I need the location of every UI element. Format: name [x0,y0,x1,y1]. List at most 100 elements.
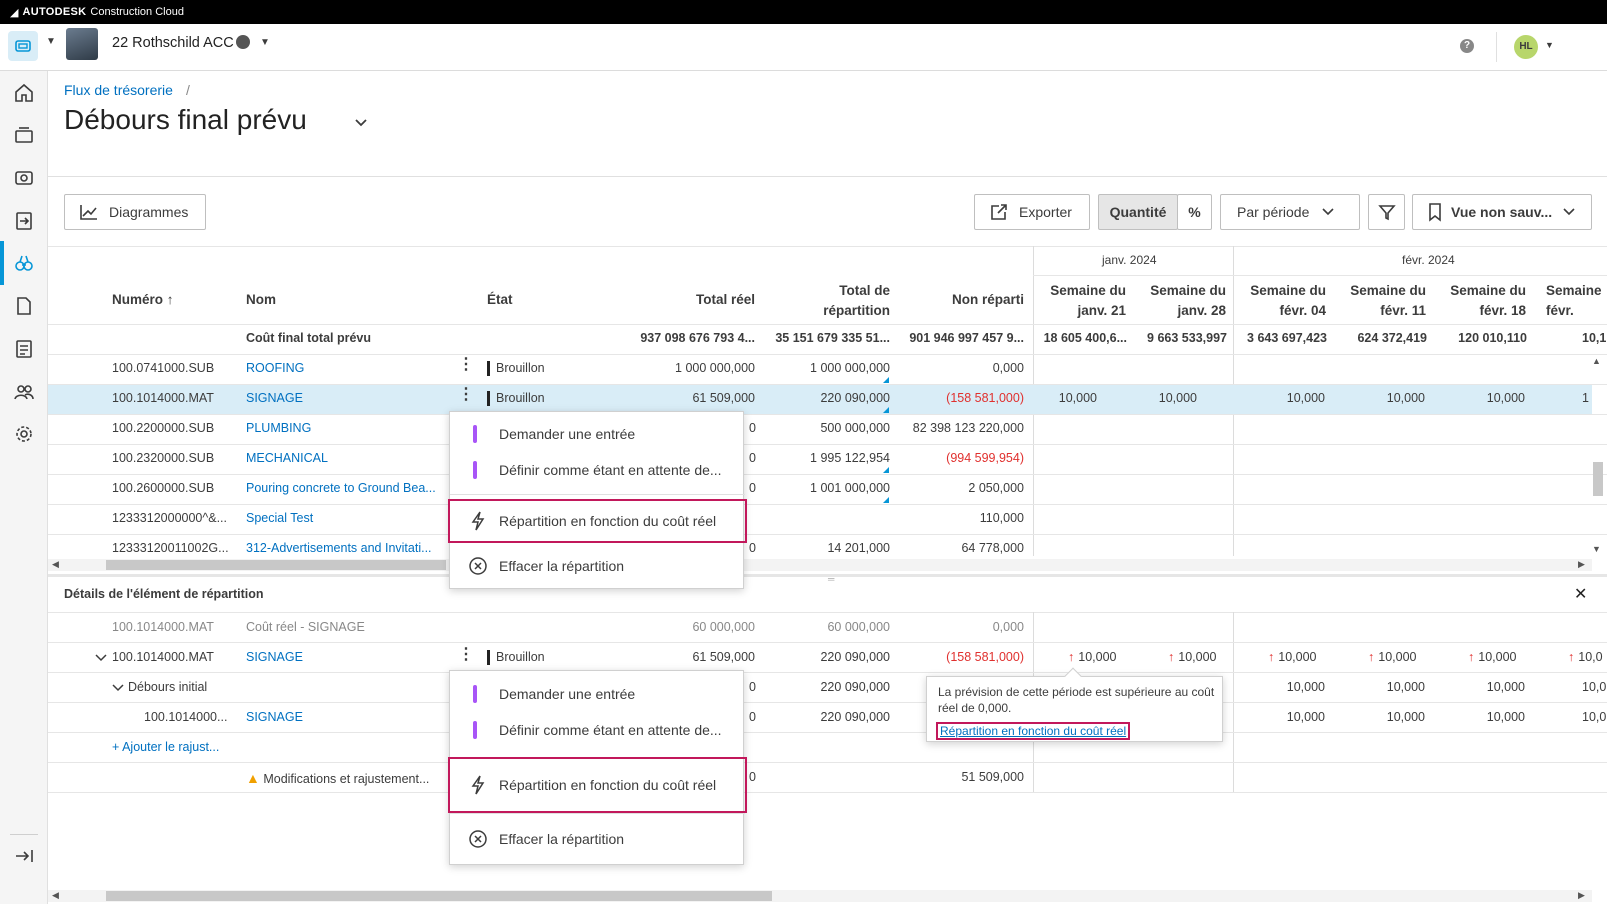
budget-icon[interactable] [10,121,38,149]
add-adjustment-link[interactable]: + Ajouter le rajust... [112,740,219,754]
main-row-week-5[interactable]: ↑ 10,000 [1468,650,1516,664]
row-non-reparti: 0,000 [992,361,1024,375]
row-more-icon[interactable]: ⋮ [458,357,474,373]
row-total-reel: 61 509,000 [692,391,755,405]
col-header-etat[interactable]: État [487,292,513,307]
initial-collapse-chevron-icon[interactable] [112,680,124,695]
main-row-name-link[interactable]: SIGNAGE [246,650,303,664]
menu-distribute-actual[interactable]: Répartition en fonction du coût réel [448,757,747,813]
vertical-scrollbar-up-icon[interactable]: ▲ [1592,356,1601,366]
user-chevron-down-icon[interactable]: ▼ [1545,40,1554,50]
row-week-3[interactable]: 10,000 [1233,391,1325,405]
members-icon[interactable] [10,378,38,406]
cost-icon[interactable] [10,164,38,192]
details-scroll-left-icon[interactable]: ◀ [52,890,59,901]
collapse-chevron-icon[interactable] [95,650,107,665]
help-icon[interactable]: ? [1460,39,1474,53]
main-row-week-4[interactable]: ↑ 10,000 [1368,650,1416,664]
tooltip-distribute-link[interactable]: Répartition en fonction du coût réel [936,722,1131,740]
row-week-5[interactable]: 10,000 [1433,391,1525,405]
export-button[interactable]: Exporter [974,194,1090,230]
col-header-week-3[interactable]: Semaine du févr. 04 [1238,281,1326,321]
row-line [48,414,1607,415]
row-line [48,792,1607,793]
row-week-6[interactable]: 1 [1582,391,1589,405]
percent-toggle[interactable]: % [1177,194,1212,230]
main-row-week-1[interactable]: ↑ 10,000 [1068,650,1116,664]
row-total-rep[interactable]: 14 201,000 [755,541,890,555]
period-select[interactable]: Par période [1220,194,1360,230]
col-header-week-2[interactable]: Semaine du janv. 28 [1138,281,1226,321]
editable-corner-icon [883,407,889,413]
horizontal-scrollbar-right-icon[interactable]: ▶ [1578,559,1585,570]
project-chevron-down-icon[interactable]: ▼ [260,37,270,48]
title-chevron-down-icon[interactable] [354,116,368,131]
settings-gear-icon[interactable] [10,420,38,448]
horizontal-scrollbar-thumb[interactable] [106,560,446,570]
col-header-non-reparti[interactable]: Non réparti [900,292,1024,307]
charts-button[interactable]: Diagrammes [64,194,206,230]
sub-row-name-link[interactable]: SIGNAGE [246,710,303,724]
forecast-binoculars-icon[interactable] [10,249,38,277]
row-name-link[interactable]: ROOFING [246,361,304,375]
view-select[interactable]: Vue non sauv... [1412,194,1592,230]
details-horizontal-scrollbar-thumb[interactable] [106,891,772,901]
row-total-rep[interactable]: 1 995 122,954 [755,451,890,465]
checklist-icon[interactable] [10,335,38,363]
row-name-link[interactable]: MECHANICAL [246,451,328,465]
sidebar [0,71,48,904]
editable-corner-icon [883,377,889,383]
menu-set-pending[interactable]: Définir comme étant en attente de... [450,712,745,748]
row-total-rep[interactable]: 1 000 000,000 [755,361,890,375]
row-more-icon[interactable]: ⋮ [458,387,474,403]
avatar[interactable]: HL [1514,35,1538,59]
col-header-total-rep[interactable]: Total de répartition [770,281,890,321]
globe-icon [236,35,250,49]
menu-request-entry[interactable]: Demander une entrée [450,416,745,452]
row-name-link[interactable]: Special Test [246,511,313,525]
row-name-link[interactable]: 312-Advertisements and Invitati... [246,541,432,555]
col-header-total-reel[interactable]: Total réel [640,292,755,307]
main-row-week-2[interactable]: ↑ 10,000 [1168,650,1216,664]
row-total-rep[interactable]: 500 000,000 [755,421,890,435]
col-header-numero[interactable]: Numéro ↑ [112,292,174,307]
col-header-nom[interactable]: Nom [246,292,276,307]
vertical-scrollbar-thumb[interactable] [1593,462,1603,496]
row-total-rep[interactable]: 220 090,000 [755,391,890,405]
document-icon[interactable] [10,292,38,320]
module-switcher-button[interactable] [8,31,38,61]
details-scroll-right-icon[interactable]: ▶ [1578,890,1585,901]
row-week-2[interactable]: 10,000 [1133,391,1197,405]
menu-clear-distribution[interactable]: Effacer la répartition [450,821,745,857]
row-week-1[interactable]: 10,000 [1033,391,1097,405]
home-icon[interactable] [10,79,38,107]
row-name-link[interactable]: PLUMBING [246,421,311,435]
main-row-week-3[interactable]: ↑ 10,000 [1268,650,1316,664]
col-header-week-4[interactable]: Semaine du févr. 11 [1338,281,1426,321]
col-header-week-5[interactable]: Semaine du févr. 18 [1438,281,1526,321]
col-header-week-6[interactable]: Semaine févr. [1546,281,1602,321]
row-name-link[interactable]: Pouring concrete to Ground Bea... [246,481,436,495]
menu-request-entry[interactable]: Demander une entrée [450,676,745,712]
chevron-down-icon[interactable]: ▼ [46,36,56,47]
row-week-4[interactable]: 10,000 [1333,391,1425,405]
menu-clear-distribution[interactable]: Effacer la répartition [450,548,745,584]
menu-set-pending[interactable]: Définir comme étant en attente de... [450,452,745,488]
row-total-rep[interactable]: 1 001 000,000 [755,481,890,495]
main-row-week-6[interactable]: ↑ 10,0 [1568,650,1603,664]
quantity-toggle[interactable]: Quantité [1098,194,1178,230]
menu-distribute-actual[interactable]: Répartition en fonction du coût réel [448,499,747,543]
row-name-link[interactable]: SIGNAGE [246,391,303,405]
col-header-week-1[interactable]: Semaine du janv. 21 [1038,281,1126,321]
main-row-more-icon[interactable]: ⋮ [458,647,474,663]
expand-sidebar-icon[interactable] [10,842,38,870]
project-name[interactable]: 22 Rothschild ACC [112,35,234,51]
filter-button[interactable] [1368,194,1405,230]
initial-total-rep: 220 090,000 [820,680,890,694]
horizontal-scrollbar-left-icon[interactable]: ◀ [52,559,59,570]
details-close-icon[interactable]: ✕ [1574,584,1587,604]
breadcrumb-parent[interactable]: Flux de trésorerie [64,82,173,98]
vertical-scrollbar-down-icon[interactable]: ▼ [1592,544,1601,554]
transfer-icon[interactable] [10,207,38,235]
splitter-handle-icon[interactable]: ═ [828,574,834,584]
